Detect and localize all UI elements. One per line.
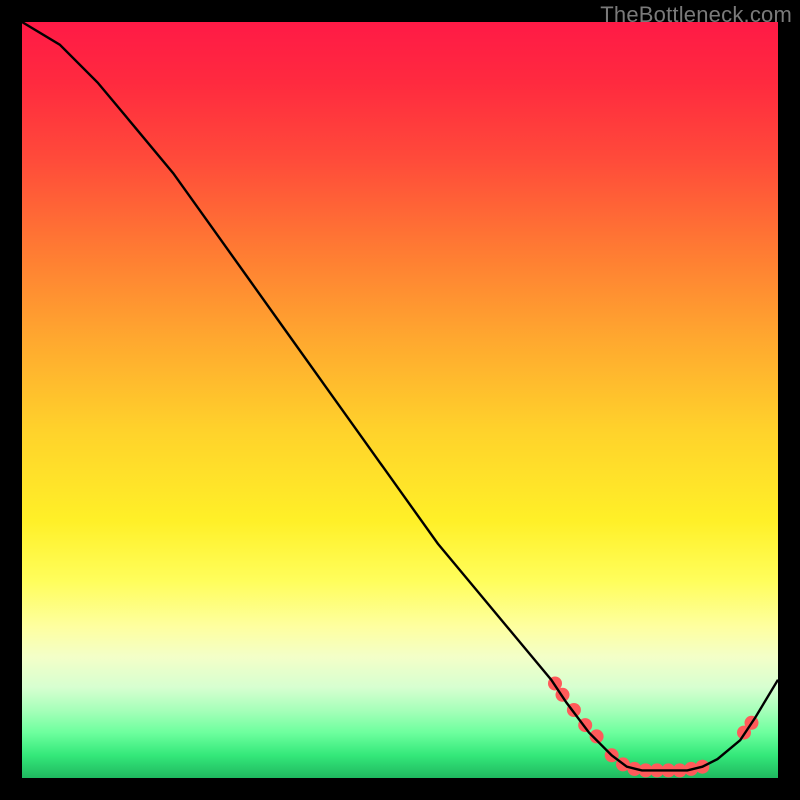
chart-frame: TheBottleneck.com <box>0 0 800 800</box>
marker-layer <box>548 677 759 778</box>
chart-svg <box>22 22 778 778</box>
plot-area <box>22 22 778 778</box>
curve-line <box>22 22 778 770</box>
watermark-text: TheBottleneck.com <box>600 2 792 28</box>
